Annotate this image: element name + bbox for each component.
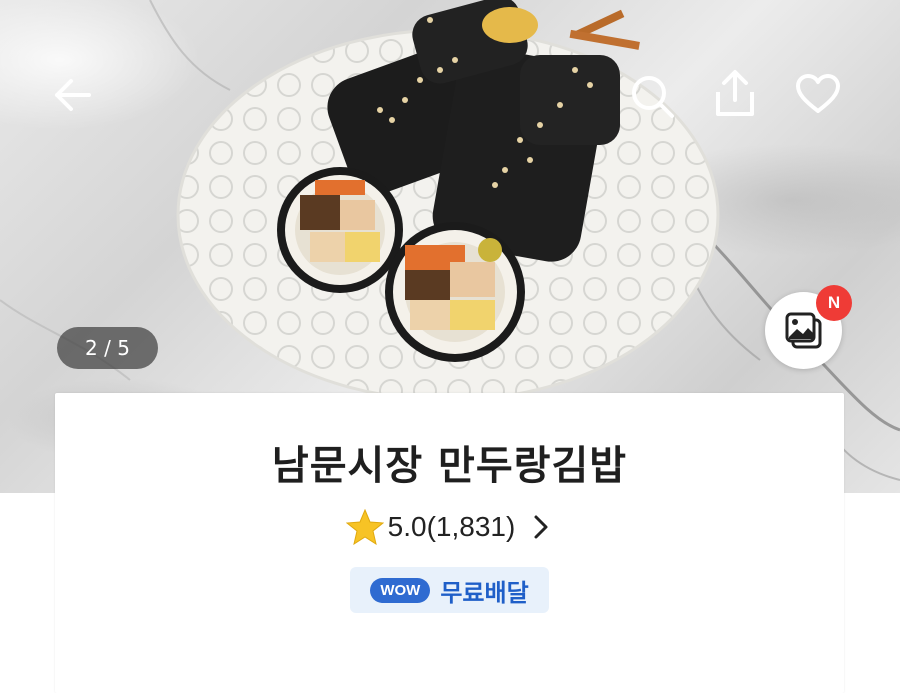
star-icon bbox=[345, 509, 384, 545]
wow-badge: WOW bbox=[370, 577, 431, 603]
search-icon bbox=[632, 76, 674, 118]
store-info-card: 남문시장 만두랑김밥 5.0(1,831) WOW 무료배달 bbox=[55, 393, 844, 693]
arrow-left-icon bbox=[55, 79, 91, 111]
share-button[interactable] bbox=[708, 66, 762, 120]
store-name: 남문시장 만두랑김밥 bbox=[271, 443, 628, 489]
heart-icon bbox=[796, 74, 840, 113]
free-delivery-label: 무료배달 bbox=[440, 578, 529, 607]
favorite-button[interactable] bbox=[792, 70, 844, 118]
free-delivery-badge: WOW 무료배달 bbox=[350, 567, 549, 613]
new-badge: N bbox=[816, 285, 852, 321]
photo-gallery-icon bbox=[785, 312, 821, 348]
image-counter: 2 / 5 bbox=[57, 327, 158, 369]
rating-value: 5.0(1,831) bbox=[387, 511, 516, 542]
search-button[interactable] bbox=[626, 70, 678, 122]
back-button[interactable] bbox=[50, 72, 96, 118]
share-icon bbox=[716, 70, 754, 116]
rating-link[interactable]: 5.0(1,831) bbox=[55, 507, 844, 547]
chevron-right-icon bbox=[534, 515, 548, 539]
